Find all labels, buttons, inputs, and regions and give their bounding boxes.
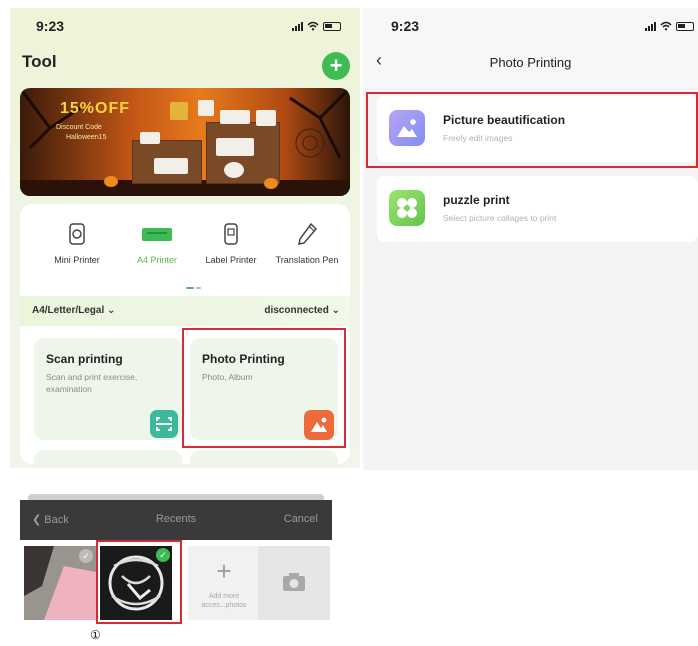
highlight-box bbox=[366, 92, 698, 168]
photo-thumbnail[interactable]: ✓ bbox=[24, 546, 96, 620]
puzzle-icon bbox=[389, 190, 425, 226]
device-label: Mini Printer bbox=[54, 255, 100, 265]
puzzle-print-item[interactable]: puzzle print Select picture collages to … bbox=[377, 176, 698, 242]
battery-icon bbox=[323, 21, 341, 31]
more-card[interactable] bbox=[190, 450, 338, 468]
carousel-dots bbox=[186, 287, 201, 289]
status-time: 9:23 bbox=[391, 18, 420, 34]
add-more-caption: Add more acces...photos bbox=[201, 593, 247, 609]
device-tab-translation-pen[interactable]: Translation Pen bbox=[272, 222, 342, 266]
banner-code-value: Halloween15 bbox=[66, 134, 107, 141]
picker-header: ❮ Back Recents Cancel bbox=[20, 500, 332, 540]
status-icons bbox=[292, 21, 341, 31]
promo-banner[interactable]: 15%OFF Discount Code Halloween15 bbox=[20, 88, 350, 196]
paper-bar: A4/Letter/Legal ⌄ disconnected ⌄ bbox=[20, 296, 350, 326]
add-button[interactable]: + bbox=[322, 52, 350, 80]
connection-status: disconnected bbox=[264, 305, 329, 316]
chevron-down-icon: ⌄ bbox=[331, 305, 340, 316]
device-tab-label-printer[interactable]: Label Printer bbox=[196, 222, 266, 266]
device-label: A4 Printer bbox=[136, 255, 178, 265]
device-label: Translation Pen bbox=[275, 255, 339, 265]
status-icons bbox=[645, 21, 694, 31]
item-subtitle: Select picture collages to print bbox=[443, 213, 557, 223]
status-time: 9:23 bbox=[36, 18, 65, 34]
card-subtitle: Scan and print exercise, examination bbox=[46, 372, 138, 394]
highlight-box bbox=[182, 328, 346, 448]
device-tab-a4-printer[interactable]: A4 Printer bbox=[122, 222, 192, 266]
more-card[interactable] bbox=[34, 450, 182, 468]
item-title: puzzle print bbox=[443, 193, 510, 207]
banner-code-label: Discount Code bbox=[56, 124, 102, 131]
wifi-icon bbox=[660, 21, 672, 31]
chevron-down-icon: ⌄ bbox=[107, 305, 116, 316]
paper-size-dropdown[interactable]: A4/Letter/Legal ⌄ bbox=[32, 305, 115, 316]
pumpkin-icon bbox=[104, 176, 118, 187]
printer-image bbox=[154, 158, 188, 174]
printer-image bbox=[220, 110, 250, 124]
step-marker: ① bbox=[90, 628, 101, 642]
scan-icon bbox=[150, 410, 178, 438]
page-title: Photo Printing bbox=[489, 55, 572, 70]
a4-printer-icon bbox=[142, 228, 172, 241]
scan-printing-card[interactable]: Scan printing Scan and print exercise, e… bbox=[34, 338, 182, 440]
camera-icon bbox=[283, 573, 305, 591]
device-label: Label Printer bbox=[205, 255, 257, 265]
paper-size-label: A4/Letter/Legal bbox=[32, 305, 105, 316]
signal-icon bbox=[645, 21, 656, 31]
battery-icon bbox=[676, 21, 694, 31]
cancel-button[interactable]: Cancel bbox=[284, 513, 318, 525]
connection-dropdown[interactable]: disconnected ⌄ bbox=[264, 305, 340, 316]
highlight-box bbox=[96, 540, 182, 624]
printer-image bbox=[256, 110, 276, 126]
add-more-photos-button[interactable]: + Add more acces...photos bbox=[188, 546, 260, 620]
signal-icon bbox=[292, 21, 303, 31]
printer-image bbox=[216, 138, 254, 156]
plus-icon: + bbox=[216, 556, 232, 586]
photo-printing-screen: 9:23 ‹ Photo Printing Picture beautifica… bbox=[363, 8, 698, 470]
translation-pen-icon bbox=[298, 222, 318, 245]
camera-button[interactable] bbox=[258, 546, 330, 620]
printer-image bbox=[170, 102, 188, 120]
printer-image bbox=[198, 100, 214, 116]
printer-image bbox=[140, 132, 160, 144]
mini-printer-icon bbox=[69, 223, 85, 245]
printer-image bbox=[224, 162, 244, 178]
card-title: Scan printing bbox=[46, 352, 123, 366]
label-printer-icon bbox=[224, 223, 238, 245]
page-title: Tool bbox=[22, 52, 57, 71]
wifi-icon bbox=[307, 21, 319, 31]
unselected-check-icon: ✓ bbox=[79, 549, 93, 563]
pumpkin-icon bbox=[264, 178, 278, 189]
banner-sale-text: 15%OFF bbox=[60, 100, 131, 117]
device-tab-mini-printer[interactable]: Mini Printer bbox=[42, 222, 112, 266]
